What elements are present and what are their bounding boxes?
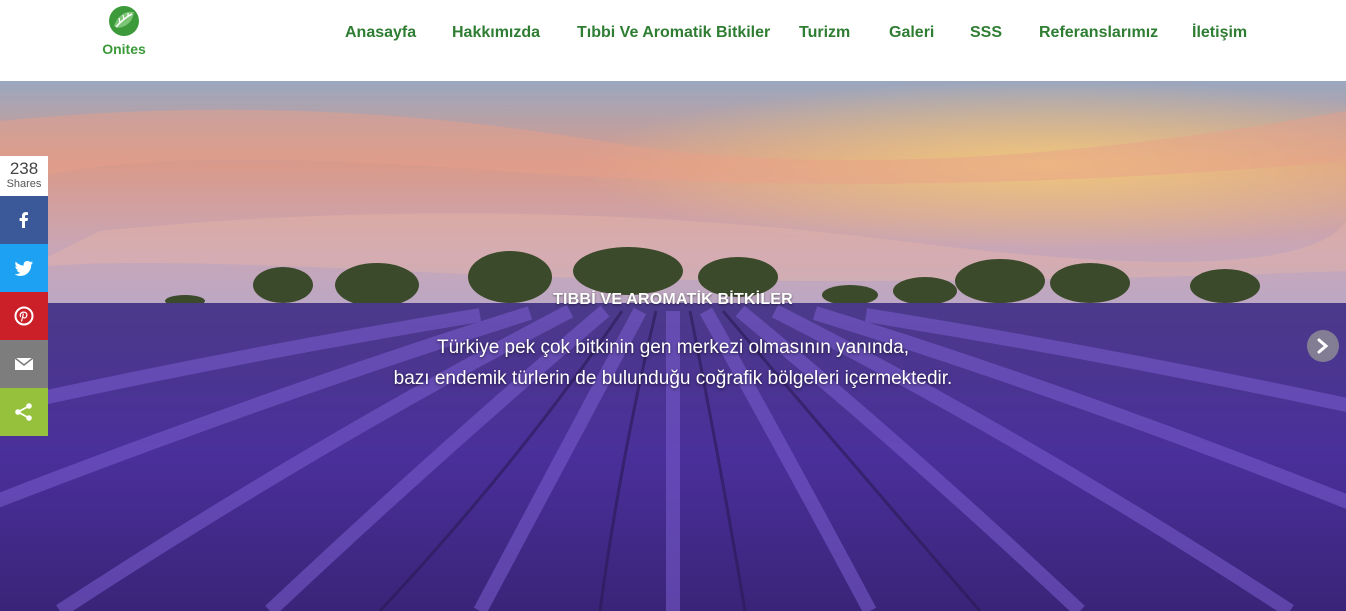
slide-text-line-2: bazı endemik türlerin de bulunduğu coğra… — [393, 368, 953, 389]
nav-item-galeri[interactable]: Galeri — [889, 24, 934, 42]
nav-item-tibbi[interactable]: Tıbbi Ve Aromatik Bitkiler — [577, 24, 770, 42]
share-count: 238 — [9, 159, 39, 178]
hero-slider: TIBBİ VE AROMATİK BİTKİLER Türkiye pek ç… — [0, 81, 1346, 611]
share-label: Shares — [6, 178, 42, 190]
slider-next-button[interactable] — [1307, 330, 1339, 362]
email-icon — [14, 357, 34, 370]
slide-text-line-1: Türkiye pek çok bitkinin gen merkezi olm… — [436, 337, 910, 358]
facebook-share-button[interactable] — [0, 196, 48, 244]
nav-item-sss[interactable]: SSS — [970, 24, 1002, 42]
twitter-icon — [14, 260, 33, 276]
nav-item-iletisim[interactable]: İletişim — [1192, 24, 1247, 42]
facebook-icon — [19, 212, 28, 228]
nav-item-anasayfa[interactable]: Anasayfa — [345, 24, 416, 42]
email-share-button[interactable] — [0, 340, 48, 388]
pinterest-icon — [14, 306, 34, 326]
more-share-button[interactable] — [0, 388, 48, 436]
chevron-right-icon — [1317, 338, 1329, 354]
share-icon — [15, 403, 32, 421]
twitter-share-button[interactable] — [0, 244, 48, 292]
slide-title: TIBBİ VE AROMATİK BİTKİLER — [553, 291, 793, 308]
nav-item-referans[interactable]: Referanslarımız — [1039, 24, 1158, 42]
site-header: Onites Anasayfa Hakkımızda Tıbbi Ve Arom… — [0, 0, 1346, 81]
nav-item-hakkimizda[interactable]: Hakkımızda — [452, 24, 540, 42]
nav-item-turizm[interactable]: Turizm — [799, 24, 850, 42]
main-nav: Anasayfa Hakkımızda Tıbbi Ve Aromatik Bi… — [0, 24, 1346, 44]
share-counter: 238 Shares — [0, 156, 48, 196]
social-share-bar: 238 Shares — [0, 156, 48, 436]
pinterest-share-button[interactable] — [0, 292, 48, 340]
